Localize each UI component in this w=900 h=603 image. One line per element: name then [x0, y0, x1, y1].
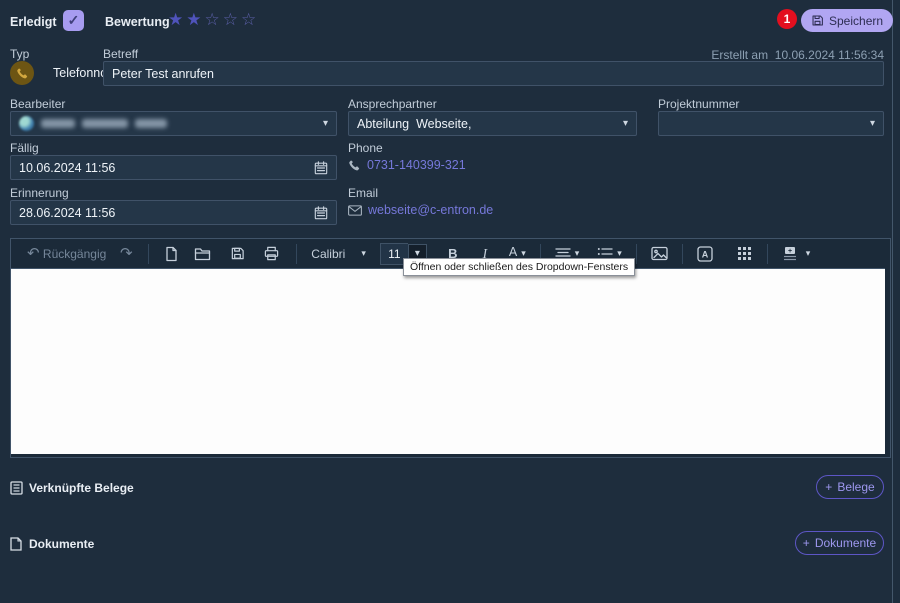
star-icon[interactable]: ★ [168, 10, 186, 29]
belege-section-title: Verknüpfte Belege [29, 481, 134, 495]
save-icon [811, 14, 824, 27]
envelope-icon [348, 205, 362, 216]
ansprechpartner-select[interactable]: Abteilung Webseite, ▾ [348, 111, 637, 136]
undo-icon: ↶ [27, 246, 40, 261]
bearbeiter-label: Bearbeiter [10, 97, 65, 111]
toolbar-separator [148, 244, 149, 264]
undo-label: Rückgängig [43, 247, 106, 261]
font-name-select[interactable]: Calibri ▾ [309, 243, 368, 265]
add-belege-button[interactable]: + Belege [816, 475, 884, 499]
plus-icon: + [803, 536, 810, 550]
projektnummer-select[interactable]: ▾ [658, 111, 884, 136]
insert-field-button[interactable]: + ▾ [780, 243, 813, 265]
receipt-icon [10, 481, 23, 495]
faellig-value: 10.06.2024 11:56 [19, 161, 115, 175]
chevron-down-icon: ▾ [361, 248, 366, 259]
document-icon [10, 537, 22, 551]
phone-icon [348, 159, 361, 172]
image-icon [651, 246, 668, 261]
add-belege-label: Belege [837, 480, 874, 494]
open-document-button[interactable] [192, 243, 213, 265]
svg-text:A: A [702, 249, 709, 259]
save-button-label: Speichern [829, 14, 883, 28]
star-icon[interactable]: ☆ [205, 10, 223, 29]
chevron-down-icon: ▾ [806, 248, 811, 259]
undo-button[interactable]: ↶ Rückgängig [25, 243, 108, 265]
save-document-button[interactable] [227, 243, 247, 265]
email-link[interactable]: webseite@c-entron.de [368, 203, 493, 217]
folder-open-icon [194, 247, 211, 261]
toolbar-separator [636, 244, 637, 264]
insert-table-button[interactable] [735, 243, 755, 265]
erinnerung-input[interactable]: 28.06.2024 11:56 [10, 200, 337, 225]
betreff-label: Betreff [103, 47, 138, 61]
new-document-button[interactable] [161, 243, 181, 265]
calendar-icon[interactable] [314, 206, 328, 220]
redo-icon: ↷ [120, 246, 133, 261]
new-document-icon [164, 246, 179, 262]
check-icon: ✓ [68, 12, 80, 29]
ansprechpartner-label: Ansprechpartner [348, 97, 437, 111]
faellig-input[interactable]: 10.06.2024 11:56 [10, 155, 337, 180]
page-right-divider [892, 0, 893, 603]
redo-button[interactable]: ↷ [116, 243, 136, 265]
erledigt-label: Erledigt [10, 15, 57, 29]
erledigt-checkbox[interactable]: ✓ [63, 10, 84, 31]
toolbar-separator [296, 244, 297, 264]
email-label: Email [348, 186, 378, 200]
chevron-down-icon[interactable]: ▾ [323, 119, 328, 129]
bewertung-label: Bewertung [105, 15, 170, 29]
rating-stars[interactable]: ★★☆☆☆ [168, 10, 259, 30]
bearbeiter-value-redacted [41, 117, 174, 131]
erinnerung-value: 28.06.2024 11:56 [19, 206, 115, 220]
note-type-badge [10, 61, 34, 85]
created-at: Erstellt am 10.06.2024 11:56:34 [711, 48, 884, 62]
text-style-button[interactable]: A [695, 243, 715, 265]
bearbeiter-select[interactable]: ▾ [10, 111, 337, 136]
font-name-value: Calibri [311, 247, 345, 261]
printer-icon [264, 246, 279, 261]
plus-icon: + [825, 480, 832, 494]
ansprechpartner-value: Abteilung Webseite, [357, 117, 471, 131]
bearbeiter-avatar [19, 116, 34, 131]
dokumente-section-title: Dokumente [29, 537, 94, 551]
projektnummer-label: Projektnummer [658, 97, 739, 111]
note-detail-page: Erledigt ✓ Bewertung ★★☆☆☆ 1 Speichern T… [0, 0, 900, 603]
erinnerung-label: Erinnerung [10, 186, 69, 200]
font-size-value: 11 [388, 247, 400, 261]
created-at-value: 10.06.2024 11:56:34 [775, 48, 884, 62]
star-icon[interactable]: ☆ [223, 10, 241, 29]
notification-badge: 1 [777, 9, 797, 29]
toolbar-separator [682, 244, 683, 264]
email-row: webseite@c-entron.de [348, 203, 493, 217]
chevron-down-icon[interactable]: ▾ [623, 119, 628, 129]
insert-image-button[interactable] [649, 243, 670, 265]
star-icon[interactable]: ☆ [241, 10, 259, 29]
faellig-label: Fällig [10, 141, 39, 155]
toolbar-separator [767, 244, 768, 264]
phone-link[interactable]: 0731-140399-321 [367, 158, 466, 172]
print-button[interactable] [261, 243, 281, 265]
editor-content-area[interactable] [11, 268, 885, 454]
svg-text:+: + [788, 248, 792, 255]
betreff-input-value: Peter Test anrufen [112, 67, 214, 81]
insert-field-icon: + [782, 246, 798, 261]
chevron-down-icon[interactable]: ▾ [870, 119, 875, 129]
phone-row: 0731-140399-321 [348, 158, 466, 172]
table-grid-icon [737, 246, 752, 261]
add-dokumente-label: Dokumente [815, 536, 876, 550]
created-at-label: Erstellt am [711, 48, 768, 62]
save-button[interactable]: Speichern [801, 9, 893, 32]
calendar-icon[interactable] [314, 161, 328, 175]
dropdown-tooltip: Öffnen oder schließen des Dropdown-Fenst… [403, 258, 635, 276]
text-style-icon: A [697, 246, 713, 262]
phone-label: Phone [348, 141, 383, 155]
star-icon[interactable]: ★ [186, 10, 204, 29]
save-icon [230, 246, 245, 261]
typ-label: Typ [10, 47, 29, 61]
phone-icon [16, 67, 29, 80]
add-dokumente-button[interactable]: + Dokumente [795, 531, 884, 555]
betreff-input[interactable]: Peter Test anrufen [103, 61, 884, 86]
